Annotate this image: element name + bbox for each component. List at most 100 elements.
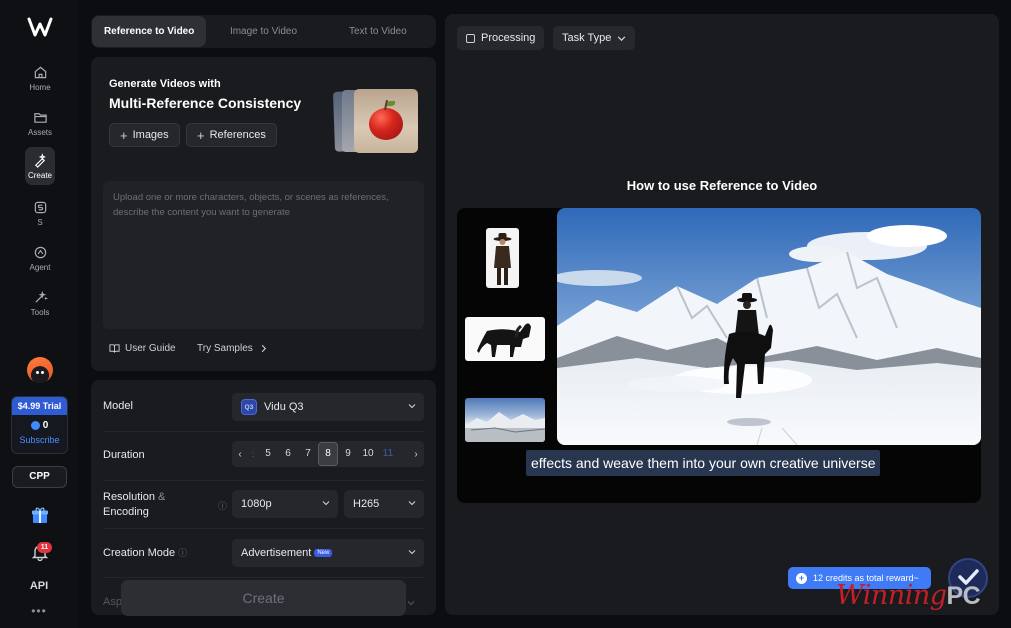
magic-wand-icon <box>34 290 48 303</box>
tab-image-to-video[interactable]: Image to Video <box>206 16 320 47</box>
processing-filter[interactable]: Processing <box>457 26 545 50</box>
api-link[interactable]: API <box>0 580 78 592</box>
more-menu-icon[interactable]: ••• <box>0 604 78 618</box>
chevron-right-icon <box>261 344 266 353</box>
aspect-ratio-label-partial: Asp <box>103 596 122 608</box>
plus-icon: + <box>120 127 128 143</box>
encoding-value: H265 <box>353 498 380 510</box>
nav-item-tools[interactable]: Tools <box>25 284 55 322</box>
tutorial-video[interactable]: effects and weave them into your own cre… <box>457 208 981 503</box>
duration-option[interactable]: 10 <box>358 441 378 467</box>
nav-item-home[interactable]: Home <box>25 59 55 97</box>
credits-count: 0 <box>42 420 49 431</box>
duration-option[interactable]: 7 <box>298 441 318 467</box>
duration-option[interactable]: 9 <box>338 441 358 467</box>
trial-card[interactable]: $4.99 Trial 0 Subscribe <box>11 396 68 454</box>
duration-option[interactable]: 6 <box>278 441 298 467</box>
chevron-down-icon <box>322 501 330 506</box>
chevron-down-icon <box>408 404 416 409</box>
creation-mode-select[interactable]: Advertisement New <box>232 539 424 567</box>
resolution-encoding-label: Resolution & Encoding <box>103 490 165 520</box>
creation-mode-label: Creation Mode ⓘ <box>103 546 187 559</box>
duration-option-selected[interactable]: 8 <box>318 442 338 466</box>
processing-checkbox[interactable] <box>466 33 475 43</box>
new-badge: New <box>314 549 333 557</box>
divider <box>103 480 424 481</box>
nav-item-create[interactable]: Create <box>25 147 55 185</box>
wand-pen-icon <box>34 152 46 168</box>
add-references-label: References <box>209 129 266 141</box>
divider <box>103 577 424 578</box>
howto-title: How to use Reference to Video <box>626 178 818 193</box>
cowboy-reference-thumbnail <box>486 228 519 288</box>
duration-next-icon[interactable]: › <box>408 449 424 460</box>
apple-leaf <box>387 101 395 106</box>
info-icon[interactable]: ⓘ <box>178 548 187 558</box>
nav-label: S <box>37 217 43 227</box>
duration-selector: ‹ : 5 6 7 8 9 10 11 › <box>232 441 424 467</box>
watermark-suffix: PC <box>946 582 981 610</box>
nav-label: Tools <box>30 307 50 317</box>
divider <box>103 431 424 432</box>
results-panel: Processing Task Type How to use Referenc… <box>445 14 999 615</box>
add-references-button[interactable]: + References <box>186 123 277 147</box>
reference-preview-image <box>332 89 418 153</box>
encoding-select[interactable]: H265 <box>344 490 424 518</box>
try-samples-link[interactable]: Try Samples <box>197 343 269 354</box>
resolution-value: 1080p <box>241 498 272 510</box>
apple-image <box>354 89 418 153</box>
duration-option[interactable]: 5 <box>258 441 278 467</box>
duration-option[interactable]: 11 <box>378 441 398 467</box>
main-video-frame <box>557 208 981 445</box>
credits-balance: 0 <box>12 420 67 431</box>
subscribe-link[interactable]: Subscribe <box>12 435 67 445</box>
nav-label: Assets <box>27 127 52 137</box>
generator-title-line2: Multi-Reference Consistency <box>109 95 302 111</box>
tab-reference-to-video[interactable]: Reference to Video <box>92 16 207 47</box>
chevron-down-icon <box>408 550 416 555</box>
prompt-input[interactable]: Upload one or more characters, objects, … <box>103 181 424 329</box>
info-icon[interactable]: ⓘ <box>218 499 227 512</box>
watermark: WinningPC <box>836 580 981 611</box>
left-rail: Home Assets Create S Agent Tools $4.99 T… <box>0 0 78 628</box>
agent-icon <box>34 246 46 258</box>
resolution-select[interactable]: 1080p <box>232 490 338 518</box>
model-value: Vidu Q3 <box>264 401 304 413</box>
nav-label: Agent <box>29 262 51 272</box>
nav-label: Home <box>29 82 51 92</box>
model-label: Model <box>103 400 133 412</box>
user-guide-label: User Guide <box>125 343 176 354</box>
nav-label: Create <box>27 170 52 180</box>
create-button[interactable]: Create <box>121 580 406 616</box>
chevron-down-icon <box>618 35 626 41</box>
avatar[interactable] <box>27 357 53 383</box>
creation-mode-value: Advertisement <box>241 547 312 559</box>
encoding-label: Encoding <box>103 506 149 518</box>
duration-prev-icon[interactable]: ‹ <box>232 449 248 460</box>
creation-mode-text: Creation Mode <box>103 547 176 559</box>
generator-card: Generate Videos with Multi-Reference Con… <box>91 57 436 371</box>
video-caption: effects and weave them into your own cre… <box>526 450 881 476</box>
nav-item-agent[interactable]: Agent <box>25 239 55 277</box>
chevron-down-icon <box>407 601 415 606</box>
chevron-down-icon <box>408 501 416 506</box>
duration-label: Duration <box>103 449 145 461</box>
credit-coin-icon <box>30 421 40 430</box>
nav-item-s[interactable]: S <box>25 194 55 232</box>
task-type-dropdown[interactable]: Task Type <box>553 26 636 50</box>
divider <box>103 528 424 529</box>
vidu-logo-icon[interactable] <box>27 15 53 39</box>
gift-icon[interactable] <box>30 505 50 525</box>
add-images-button[interactable]: + Images <box>109 123 180 147</box>
notification-badge: 11 <box>37 542 52 553</box>
nav-item-assets[interactable]: Assets <box>25 104 55 142</box>
plus-coin-icon: + <box>796 572 807 584</box>
ampersand: & <box>158 491 166 503</box>
mode-tabs: Reference to Video Image to Video Text t… <box>91 15 436 48</box>
model-select[interactable]: Q3 Vidu Q3 <box>232 393 424 421</box>
cpp-button[interactable]: CPP <box>12 466 67 488</box>
model-badge-icon: Q3 <box>241 399 257 415</box>
tab-text-to-video[interactable]: Text to Video <box>321 16 435 47</box>
user-guide-link[interactable]: User Guide <box>109 343 176 354</box>
horse-figure <box>477 323 531 357</box>
